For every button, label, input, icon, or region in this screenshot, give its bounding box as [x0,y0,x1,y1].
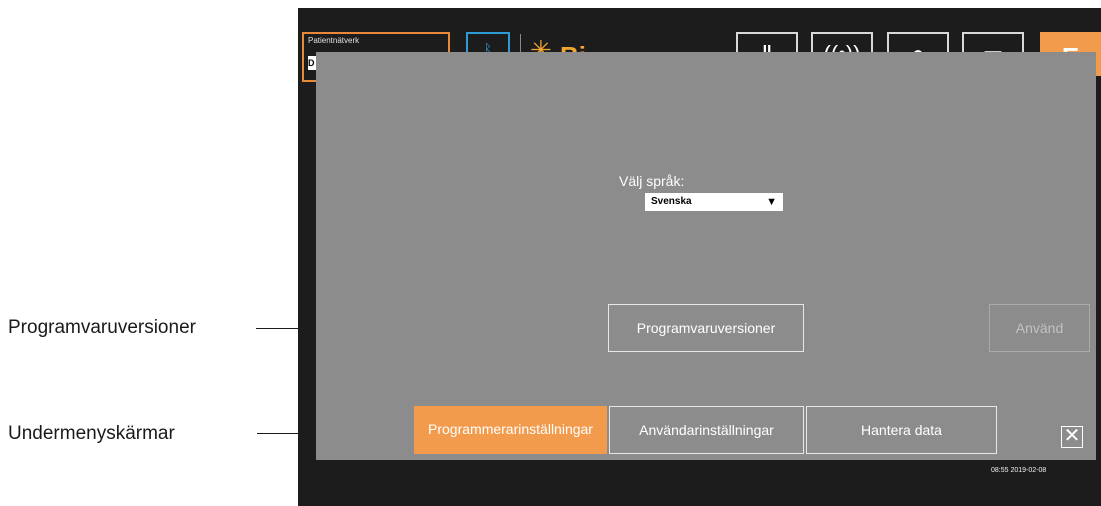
tab-user-settings[interactable]: Användarinställningar [609,406,804,454]
software-versions-button[interactable]: Programvaruversioner [608,304,804,352]
timestamp: 08:55 2019-02-08 [991,467,1047,474]
callout-versions-label: Programvaruversioner [8,317,196,338]
settings-panel: Välj språk: Svenska ▼ Programvaruversion… [316,52,1096,474]
patient-network-title: Patientnätverk [308,36,360,45]
dropdown-caret-icon: ▼ [766,196,777,208]
close-icon: ✕ [1063,425,1081,447]
language-selected-value: Svenska [651,196,692,207]
language-label: Välj språk: [619,173,685,189]
close-button[interactable]: ✕ [1061,426,1083,448]
language-dropdown[interactable]: Svenska ▼ [645,193,783,211]
device-screen: Patientnätverk D ᛒ ✳ Bi Ⅱ ((•)) ● ▭ E Vä… [298,8,1101,506]
tab-manage-data[interactable]: Hantera data [806,406,997,454]
apply-button[interactable]: Använd [989,304,1090,352]
tab-programmer-settings[interactable]: Programmerarinställningar [414,406,607,454]
callout-submenu-label: Undermenyskärmar [8,423,175,444]
